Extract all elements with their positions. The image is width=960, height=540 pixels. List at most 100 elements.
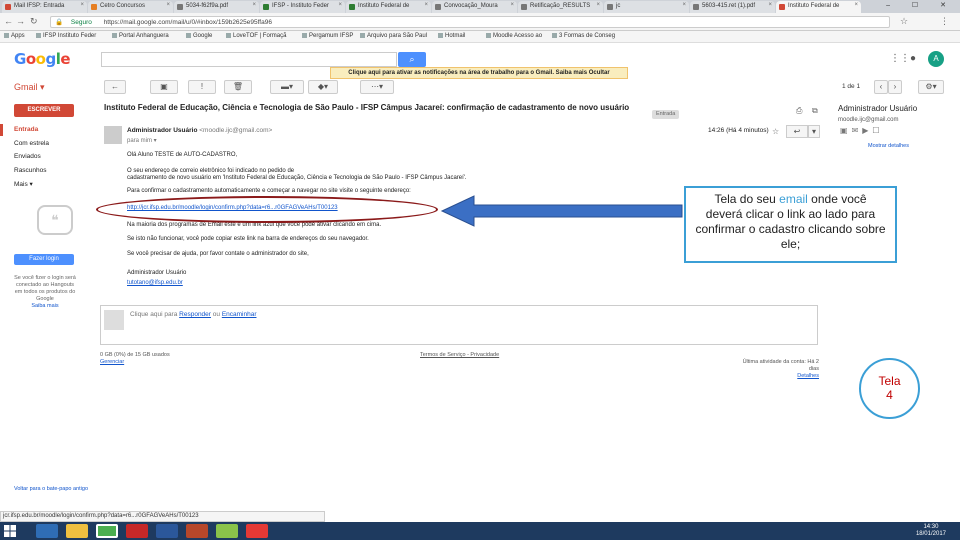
next-page-button[interactable]: › [888, 80, 902, 94]
browser-tab[interactable]: Retificação_RESULTS × [518, 1, 603, 13]
opera-icon[interactable] [126, 524, 148, 538]
mail-icon[interactable]: ✉ [852, 126, 863, 135]
message-body-line[interactable]: tutotano@ifsp.edu.br [127, 280, 183, 286]
apps-grid-icon[interactable]: ⋮⋮ [890, 53, 910, 64]
word-icon[interactable] [156, 524, 178, 538]
url-bar[interactable]: 🔒 Seguro https://mail.google.com/mail/u/… [50, 16, 890, 28]
reply-prompt[interactable]: Clique aqui para Responder ou Encaminhar [130, 311, 257, 318]
window-controls[interactable]: – ☐ ✕ [886, 1, 956, 9]
back-icon[interactable]: ← [4, 16, 13, 26]
forward-link[interactable]: Encaminhar [222, 311, 257, 318]
person-icon[interactable]: ▣ [840, 126, 852, 135]
tab-label: Convocação_Moura [444, 3, 498, 9]
gmail-menu[interactable]: Gmail ▾ [14, 82, 45, 93]
compose-button[interactable]: ESCREVER [14, 104, 74, 117]
close-icon[interactable]: × [166, 2, 170, 8]
reply-button[interactable]: ↩ [786, 125, 808, 138]
spam-button[interactable]: ! [188, 80, 216, 94]
hangouts-login-button[interactable]: Fazer login [14, 254, 74, 265]
forward-icon[interactable]: → [16, 16, 25, 26]
more-button[interactable]: ⋯▾ [360, 80, 394, 94]
highlight-ellipse [96, 196, 438, 223]
contact-name: Administrador Usuário [838, 104, 918, 113]
bookmark-item[interactable]: Apps [4, 33, 25, 39]
avatar[interactable]: A [928, 51, 944, 67]
bookmark-item[interactable]: Google [186, 33, 212, 39]
browser-tab[interactable]: Cetro Concursos × [88, 1, 173, 13]
print-icon[interactable]: ⎙ [796, 106, 802, 116]
status-bar-url: jcr.ifsp.edu.br/moodle/login/confirm.php… [0, 511, 325, 522]
close-icon[interactable]: × [596, 2, 600, 8]
new-window-icon[interactable]: ⧉ [812, 106, 818, 116]
delete-button[interactable]: 🗑 [224, 80, 252, 94]
archive-button[interactable]: ▣ [150, 80, 178, 94]
details-link[interactable]: Detalhes [733, 373, 819, 380]
close-icon[interactable]: × [768, 2, 772, 8]
browser-tab[interactable]: IFSP - Instituto Feder × [260, 1, 345, 13]
bookmark-item[interactable]: 3 Formas de Conseg [552, 33, 615, 39]
old-chat-link[interactable]: Voltar para o bate-papo antigo [14, 486, 88, 492]
browser-tab[interactable]: jc × [604, 1, 689, 13]
bookmark-item[interactable]: Pergamum IFSP [302, 33, 353, 39]
hangouts-learn-more-link[interactable]: Saiba mais [12, 303, 78, 309]
search-button[interactable]: ⌕ [398, 52, 426, 67]
manage-link[interactable]: Gerenciar [100, 359, 170, 366]
app-icon[interactable] [216, 524, 238, 538]
nav-item[interactable]: Com estrela [14, 140, 49, 147]
chat-icon[interactable]: ☐ [872, 126, 883, 135]
move-to-button[interactable]: ▬▾ [270, 80, 304, 94]
close-icon[interactable]: × [80, 2, 84, 8]
settings-button[interactable]: ⚙▾ [918, 80, 944, 94]
browser-tab[interactable]: 5603-415.ret (1).pdf × [690, 1, 775, 13]
labels-button[interactable]: ◆▾ [308, 80, 338, 94]
google-logo[interactable]: Google [14, 50, 71, 68]
browser-tab[interactable]: Mail IFSP: Entrada × [2, 1, 87, 13]
contact-actions[interactable]: ▣✉▶☐ [840, 126, 884, 135]
nav-item[interactable]: Entrada [14, 126, 38, 133]
tab-favicon [91, 4, 97, 10]
bookmark-item[interactable]: Arquivo para São Paul [360, 33, 427, 39]
reload-icon[interactable]: ↻ [30, 16, 38, 27]
browser-tab[interactable]: Convocação_Moura × [432, 1, 517, 13]
tab-label: 5034-f62f9a.pdf [186, 3, 229, 9]
recipient-toggle[interactable]: para mim ▾ [127, 137, 157, 144]
bookmark-item[interactable]: Portal Anhanguera [112, 33, 169, 39]
close-icon[interactable]: × [338, 2, 342, 8]
browser-tab[interactable]: Instituto Federal de × [346, 1, 431, 13]
close-icon[interactable]: × [252, 2, 256, 8]
bookmark-item[interactable]: Moodle Acesso ao [486, 33, 542, 39]
more-actions-button[interactable]: ▾ [808, 125, 820, 138]
windows-start-icon[interactable] [4, 525, 16, 537]
menu-icon[interactable]: ⋮ [940, 16, 949, 27]
nav-item[interactable]: Rascunhos [14, 167, 47, 174]
close-icon[interactable]: × [510, 2, 514, 8]
acrobat-icon[interactable] [246, 524, 268, 538]
video-icon[interactable]: ▶ [862, 126, 872, 135]
star-message-icon[interactable]: ☆ [772, 127, 779, 136]
back-to-inbox-button[interactable]: ← [104, 80, 126, 94]
close-icon[interactable]: × [854, 2, 858, 8]
notification-banner[interactable]: Clique aqui para ativar as notificações … [330, 67, 628, 79]
bookmark-item[interactable]: Hotmail [438, 33, 465, 39]
star-icon[interactable]: ☆ [900, 16, 908, 27]
chrome-icon[interactable] [96, 524, 118, 538]
show-details-link[interactable]: Mostrar detalhes [868, 143, 909, 149]
prev-page-button[interactable]: ‹ [874, 80, 888, 94]
explorer-icon[interactable] [66, 524, 88, 538]
reply-link[interactable]: Responder [179, 311, 211, 318]
terms-link[interactable]: Termos de Serviço - Privacidade [420, 352, 499, 359]
bookmark-item[interactable]: IFSP Instituto Feder [36, 33, 96, 39]
ie-icon[interactable] [36, 524, 58, 538]
nav-item[interactable]: Enviados [14, 153, 41, 160]
inbox-label-badge[interactable]: Entrada [652, 110, 680, 119]
search-input[interactable] [101, 52, 397, 67]
nav-item[interactable]: Mais ▾ [14, 180, 33, 188]
browser-tab[interactable]: Instituto Federal de × [776, 1, 861, 13]
logo-letter: o [35, 50, 46, 68]
notifications-icon[interactable]: ● [910, 53, 916, 64]
powerpoint-icon[interactable] [186, 524, 208, 538]
bookmark-item[interactable]: LoveTOF | Formaçã [226, 33, 286, 39]
close-icon[interactable]: × [682, 2, 686, 8]
browser-tab[interactable]: 5034-f62f9a.pdf × [174, 1, 259, 13]
close-icon[interactable]: × [424, 2, 428, 8]
